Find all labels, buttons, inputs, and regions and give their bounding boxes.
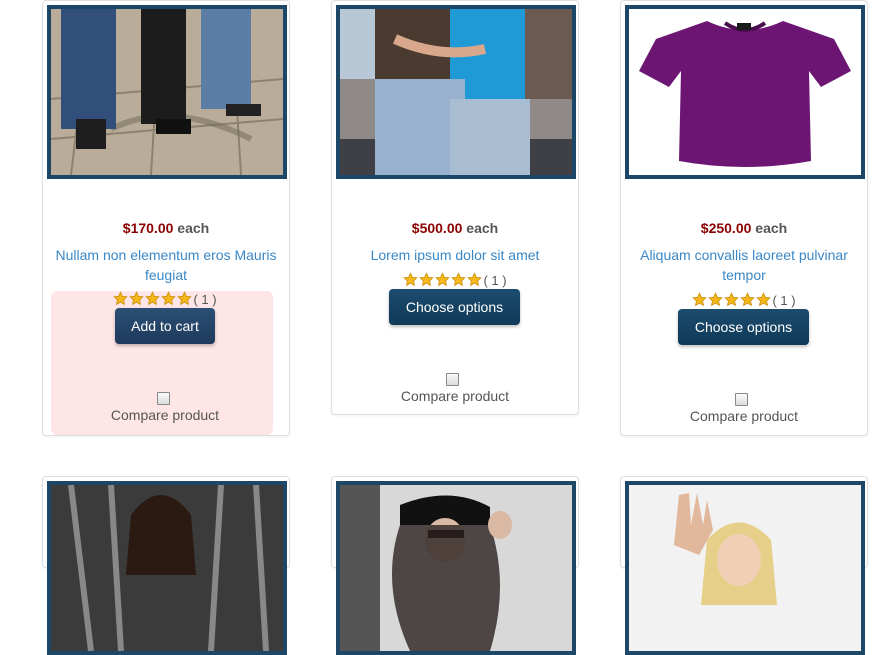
product-price: $170.00 [122, 220, 174, 236]
compare-label: Compare product [400, 388, 510, 404]
price-line: $250.00 each [621, 220, 867, 236]
star-rating [113, 291, 193, 307]
price-line: $170.00 each [43, 220, 289, 236]
star-icon [419, 272, 435, 287]
star-icon [161, 291, 177, 306]
star-rating [403, 272, 483, 288]
product-card [331, 476, 579, 655]
product-title-link[interactable]: Aliquam convallis laoreet pulvinar tempo… [629, 245, 859, 285]
product-price: $250.00 [700, 220, 752, 236]
star-icon [129, 291, 145, 306]
product-title-link[interactable]: Lorem ipsum dolor sit amet [340, 245, 570, 265]
compare-checkbox[interactable] [446, 373, 459, 386]
product-image[interactable] [47, 481, 287, 655]
star-icon [708, 292, 724, 307]
star-icon [177, 291, 193, 306]
star-icon [451, 272, 467, 287]
star-icon [435, 272, 451, 287]
star-rating [692, 292, 772, 308]
product-rating: ( 1 ) [332, 272, 578, 288]
star-icon [724, 292, 740, 307]
product-image[interactable] [336, 481, 576, 655]
product-title-link[interactable]: Nullam non elementum eros Mauris feugiat [51, 245, 281, 285]
compare-label: Compare product [689, 408, 799, 424]
compare-label: Compare product [110, 407, 220, 423]
product-image[interactable] [625, 481, 865, 655]
star-icon [113, 291, 129, 306]
price-unit: each [755, 220, 788, 236]
rating-count: ( 1 ) [483, 273, 507, 288]
product-rating: ( 1 ) [621, 292, 867, 308]
product-card [42, 476, 290, 655]
product-card: $500.00 each Lorem ipsum dolor sit amet … [331, 0, 579, 415]
price-unit: each [177, 220, 210, 236]
star-icon [740, 292, 756, 307]
product-price: $500.00 [411, 220, 463, 236]
product-image[interactable] [47, 5, 287, 179]
add-to-cart-button[interactable]: Add to cart [115, 308, 215, 344]
price-line: $500.00 each [332, 220, 578, 236]
product-image[interactable] [625, 5, 865, 179]
choose-options-button[interactable]: Choose options [389, 289, 520, 325]
product-card [620, 476, 868, 655]
star-icon [756, 292, 772, 307]
star-icon [467, 272, 483, 287]
choose-options-button[interactable]: Choose options [678, 309, 809, 345]
star-icon [145, 291, 161, 306]
star-icon [403, 272, 419, 287]
product-rating: ( 1 ) [42, 291, 288, 307]
product-card: $250.00 each Aliquam convallis laoreet p… [620, 0, 868, 436]
rating-count: ( 1 ) [193, 292, 217, 307]
compare-checkbox[interactable] [735, 393, 748, 406]
star-icon [692, 292, 708, 307]
price-unit: each [466, 220, 499, 236]
compare-checkbox[interactable] [157, 392, 170, 405]
rating-count: ( 1 ) [772, 293, 796, 308]
product-image[interactable] [336, 5, 576, 179]
